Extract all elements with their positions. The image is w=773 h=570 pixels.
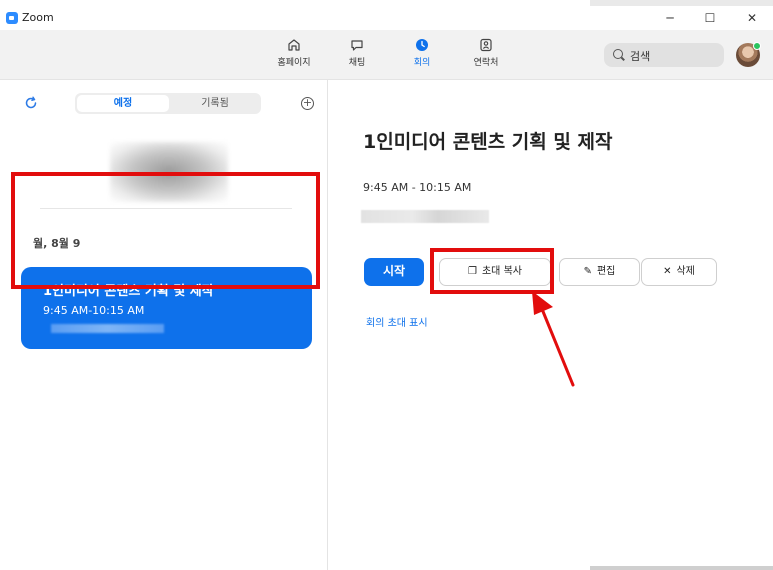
search-icon [613,49,623,59]
top-nav: 홈페이지 채팅 회의 연락처 검색 [0,30,773,80]
start-button[interactable]: 시작 [364,258,424,286]
delete-button[interactable]: ✕ 삭제 [641,258,717,286]
close-button[interactable]: ✕ [737,8,767,28]
meeting-tabs: 예정 기록됨 [75,93,261,114]
tab-recorded[interactable]: 기록됨 [171,95,259,112]
background-window-bottom [590,566,773,570]
refresh-icon[interactable] [24,96,38,110]
maximize-button[interactable]: ☐ [695,8,725,28]
nav-meetings[interactable]: 회의 [394,38,450,68]
home-icon [288,39,300,51]
nav-home[interactable]: 홈페이지 [266,38,322,68]
clock-icon [416,39,428,51]
minimize-button[interactable]: ─ [655,8,685,28]
add-meeting-icon[interactable]: + [301,97,314,110]
blurred-meeting-id [51,324,164,333]
meeting-card-time: 9:45 AM-10:15 AM [43,304,145,317]
blurred-meeting-info [361,210,489,223]
x-icon: ✕ [663,266,672,277]
zoom-window: 고정 Zoom ─ ☐ ✕ 홈페이지 채팅 회의 [0,0,773,570]
red-arrow-icon [532,291,575,387]
window-title: Zoom [22,11,54,24]
pencil-icon: ✎ [583,266,592,277]
search-input[interactable]: 검색 [604,43,724,67]
zoom-logo-icon [6,12,18,24]
chat-icon [351,40,363,51]
show-invitation-link[interactable]: 회의 초대 표시 [366,314,428,329]
meeting-time: 9:45 AM - 10:15 AM [363,181,472,194]
search-placeholder: 검색 [630,50,651,63]
delete-label: 삭제 [676,266,695,277]
meeting-title: 1인미디어 콘텐츠 기획 및 제작 [363,131,613,153]
nav-chat[interactable]: 채팅 [329,38,385,68]
contacts-icon [480,38,492,52]
tab-upcoming[interactable]: 예정 [77,95,169,112]
nav-contacts[interactable]: 연락처 [458,38,514,68]
edit-button[interactable]: ✎ 편집 [559,258,640,286]
online-status-icon [753,42,761,50]
meeting-list-panel: 예정 기록됨 + 월, 8월 9 1인미디어 콘텐츠 기획 및 제작 9:45 … [0,80,328,570]
edit-label: 편집 [596,266,616,277]
title-bar: Zoom ─ ☐ ✕ [0,6,773,30]
highlight-box-meeting [11,172,320,289]
